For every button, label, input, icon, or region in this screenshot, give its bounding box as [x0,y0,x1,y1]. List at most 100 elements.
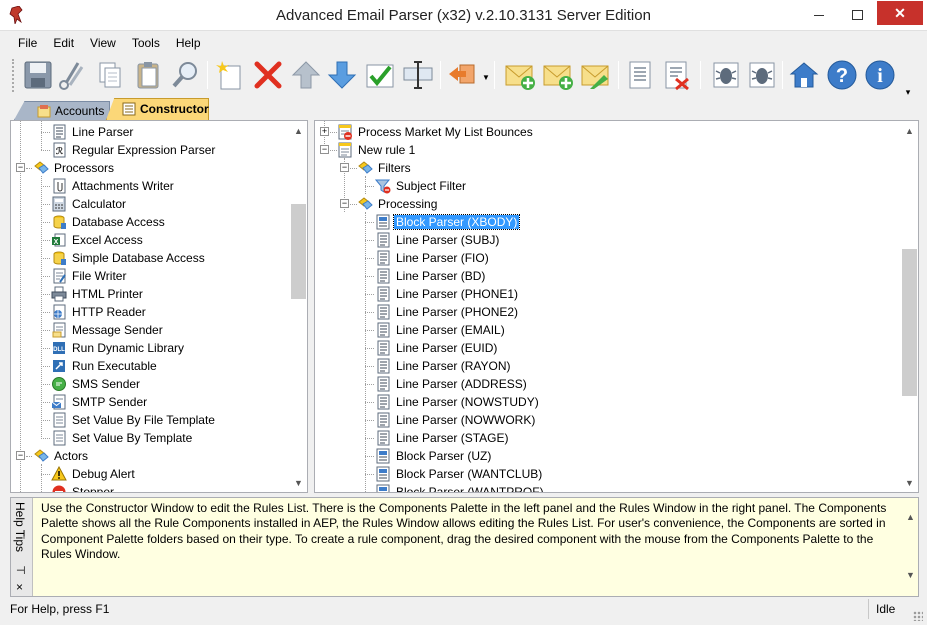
svg-text:X: X [54,239,59,246]
dll-icon: DLL [53,342,65,354]
line-parser-icon [377,358,390,374]
palette-item-label: Calculator [72,197,127,211]
import-icon[interactable] [446,59,478,91]
scroll-down-icon[interactable]: ▼ [905,479,914,488]
status-help-text: For Help, press F1 [10,602,110,616]
collapse-toggle[interactable]: − [16,451,25,460]
rule-item-label: Filters [378,161,411,175]
new-account-icon[interactable] [504,59,536,91]
palette-item-label: HTML Printer [72,287,143,301]
import-dropdown-icon[interactable]: ▼ [482,73,490,82]
title-bar: Advanced Email Parser (x32) v.2.10.3131 … [0,0,927,31]
line-parser-icon [377,268,390,284]
menu-file[interactable]: File [10,33,45,53]
help-scroll-down-icon[interactable]: ▼ [906,571,915,580]
toolbar-grip[interactable] [12,59,15,92]
paste-icon[interactable] [132,59,164,91]
close-icon[interactable]: × [16,580,23,594]
help-tips-panel: Help Tips ⊣ × Use the Constructor Window… [10,497,919,597]
rename-icon[interactable] [402,59,434,91]
find-icon[interactable] [170,59,202,91]
rules-scroll-thumb[interactable] [902,249,917,396]
delete-icon[interactable] [252,59,284,91]
toolbar-overflow-icon[interactable]: ▾ [903,57,913,97]
rule-item-label: Line Parser (RAYON) [396,359,511,373]
menu-view[interactable]: View [82,33,124,53]
components-palette[interactable]: Line Parser ℛ Regular Expression Parser Pro… [10,120,308,493]
tab-constructor[interactable]: Constructor [106,98,209,120]
attachment-icon [53,178,66,194]
palette-item-label: Set Value By Template [72,431,193,445]
rule-item-label: Process Market My List Bounces [358,125,533,139]
menu-edit[interactable]: Edit [45,33,82,53]
resize-grip[interactable] [913,611,923,621]
help-icon[interactable]: ? [826,59,858,91]
palette-item-label: File Writer [72,269,127,283]
info-icon[interactable]: i [864,59,896,91]
close-button[interactable]: ✕ [877,1,923,25]
maximize-button[interactable] [842,0,872,30]
edit-account-icon[interactable] [580,59,612,91]
message-icon [52,322,66,338]
move-up-icon[interactable] [290,59,322,91]
rule-item-label: Block Parser (XBODY) [392,214,521,230]
menu-help[interactable]: Help [168,33,209,53]
home-icon[interactable] [788,59,820,91]
template-icon [53,430,66,446]
collapse-toggle[interactable]: − [340,163,349,172]
clear-log-icon[interactable] [660,59,692,91]
menu-tools[interactable]: Tools [124,33,168,53]
scroll-down-icon[interactable]: ▼ [294,479,303,488]
http-icon [53,304,66,320]
constructor-icon [122,102,136,116]
palette-scroll-thumb[interactable] [291,204,306,299]
rule-item-label: Block Parser (WANTCLUB) [396,467,543,481]
pin-icon[interactable]: ⊣ [16,564,26,577]
tab-accounts-label: Accounts [55,104,105,118]
save-icon[interactable] [22,59,54,91]
debug-settings-icon[interactable] [746,59,778,91]
window-title: Advanced Email Parser (x32) v.2.10.3131 … [276,7,651,24]
palette-item-label: Excel Access [72,233,143,247]
log-icon[interactable] [624,59,656,91]
collapse-toggle[interactable]: − [320,145,329,154]
rule-item-label: Line Parser (FIO) [396,251,489,265]
scroll-up-icon[interactable]: ▲ [294,127,303,136]
folder-icon [34,161,49,174]
minimize-button[interactable] [797,0,842,30]
palette-item-label: Attachments Writer [72,179,174,193]
palette-scrollbar[interactable]: ▲ ▼ [290,121,307,492]
palette-item-label: Regular Expression Parser [72,143,216,157]
check-icon[interactable] [364,59,396,91]
collapse-toggle[interactable]: − [16,163,25,172]
block-parser-icon [376,484,390,492]
rule-item-label: Line Parser (NOWWORK) [396,413,536,427]
tab-accounts[interactable]: Accounts [14,101,110,120]
collapse-toggle[interactable]: − [340,199,349,208]
warning-icon [51,466,67,481]
template-icon [53,412,66,428]
printer-icon [51,286,67,302]
palette-item-label: Simple Database Access [72,251,205,265]
rules-scrollbar[interactable]: ▲ ▼ [901,121,918,492]
rules-window[interactable]: Process Market My List Bounces + New rule … [314,120,919,493]
cut-icon[interactable] [56,59,88,91]
rule-item-label: Line Parser (EUID) [396,341,498,355]
line-parser-icon [377,250,390,266]
debug-icon[interactable] [710,59,742,91]
palette-item-label: SMTP Sender [72,395,148,409]
new-account-copy-icon[interactable] [542,59,574,91]
help-tips-label: Help Tips [13,502,27,553]
move-down-icon[interactable] [326,59,358,91]
help-tips-tab[interactable]: Help Tips ⊣ × [11,498,33,596]
copy-icon[interactable] [94,59,126,91]
scroll-up-icon[interactable]: ▲ [905,127,914,136]
help-scroll-up-icon[interactable]: ▲ [906,513,915,522]
file-writer-icon [53,268,66,284]
new-icon[interactable] [214,59,246,91]
line-parser-icon [377,412,390,428]
line-parser-icon [377,304,390,320]
expand-toggle[interactable]: + [320,127,329,136]
line-parser-icon [377,322,390,338]
line-parser-icon [377,430,390,446]
